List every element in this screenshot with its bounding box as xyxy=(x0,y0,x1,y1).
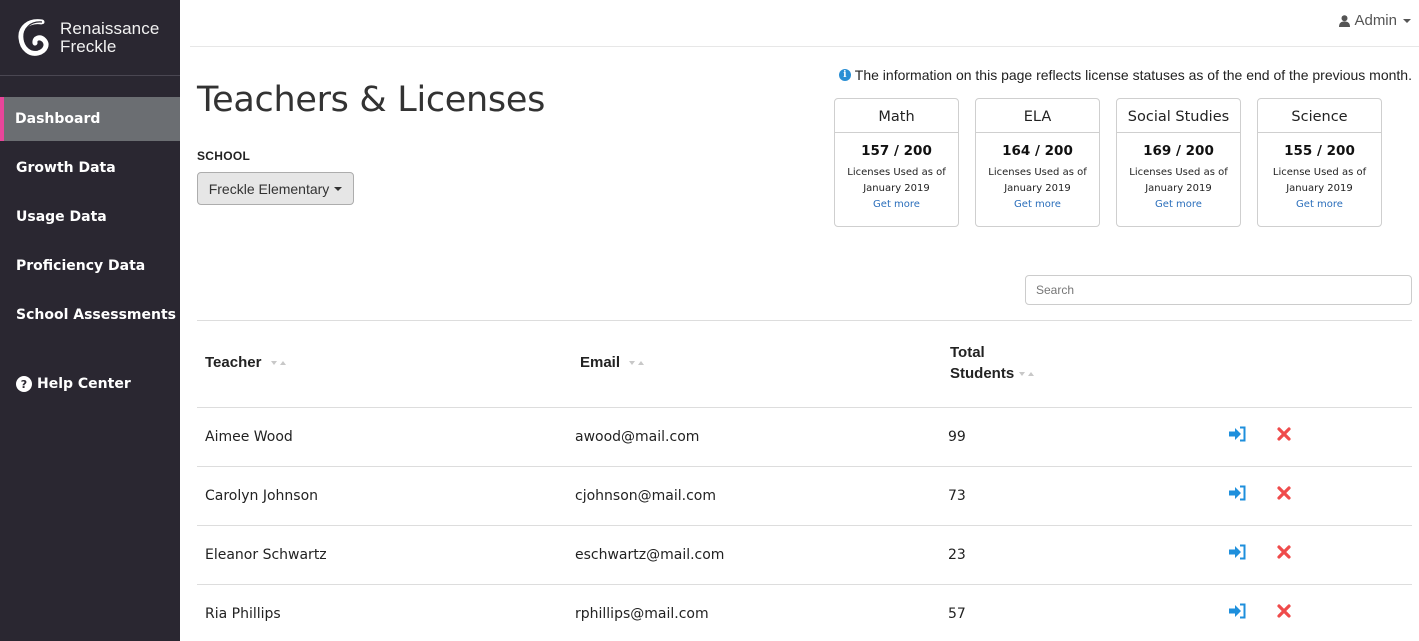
remove-x-icon[interactable] xyxy=(1277,604,1291,618)
sign-in-icon[interactable] xyxy=(1229,426,1247,442)
sidebar: Renaissance Freckle Dashboard Growth Dat… xyxy=(0,0,180,641)
column-label: Teacher xyxy=(205,354,262,371)
sidebar-item-usage-data[interactable]: Usage Data xyxy=(0,195,180,239)
card-caption: License Used as of January 2019 xyxy=(1258,165,1381,197)
table-header: Teacher Email Total Students xyxy=(197,321,1412,408)
teacher-email: eschwartz@mail.com xyxy=(575,547,725,563)
brand-name: Renaissance Freckle xyxy=(60,20,159,56)
topbar-divider xyxy=(190,46,1419,47)
column-header-email[interactable]: Email xyxy=(580,352,645,373)
teacher-name: Aimee Wood xyxy=(205,429,293,445)
card-subject: Math xyxy=(835,99,958,133)
sidebar-item-proficiency-data[interactable]: Proficiency Data xyxy=(0,244,180,288)
table-row: Ria Phillips rphillips@mail.com 57 xyxy=(197,585,1412,641)
teachers-table: Teacher Email Total Students Aimee Wood … xyxy=(197,320,1412,641)
column-label-line-2: Students xyxy=(950,365,1015,382)
card-caption-text: License Used as of xyxy=(1272,167,1367,178)
card-caption: Licenses Used as of January 2019 xyxy=(976,165,1099,197)
chevron-down-icon xyxy=(1403,18,1411,23)
column-label-line-1: Total xyxy=(950,344,985,361)
card-period: January 2019 xyxy=(863,183,930,194)
teacher-name: Ria Phillips xyxy=(205,606,281,622)
total-students: 57 xyxy=(948,606,966,622)
card-period: January 2019 xyxy=(1004,183,1071,194)
sign-in-icon[interactable] xyxy=(1229,544,1247,560)
remove-x-icon[interactable] xyxy=(1277,427,1291,441)
table-row: Aimee Wood awood@mail.com 99 xyxy=(197,408,1412,467)
card-subject: ELA xyxy=(976,99,1099,133)
brand-logo[interactable]: Renaissance Freckle xyxy=(18,16,159,60)
sidebar-nav: Dashboard Growth Data Usage Data Profici… xyxy=(0,97,180,342)
school-selected-value: Freckle Elementary xyxy=(208,180,330,197)
sidebar-item-help-center[interactable]: ? Help Center xyxy=(16,376,131,392)
sidebar-item-growth-data[interactable]: Growth Data xyxy=(0,146,180,190)
column-header-teacher[interactable]: Teacher xyxy=(205,352,287,373)
freckle-logo-icon xyxy=(18,19,49,56)
total-students: 73 xyxy=(948,488,966,504)
license-card-science: Science 155 / 200 License Used as of Jan… xyxy=(1257,98,1382,227)
get-more-link[interactable]: Get more xyxy=(976,199,1099,210)
get-more-link[interactable]: Get more xyxy=(835,199,958,210)
info-note-text: The information on this page reflects li… xyxy=(854,67,1412,83)
total-students: 99 xyxy=(948,429,966,445)
card-count: 164 / 200 xyxy=(1002,143,1073,159)
sidebar-item-dashboard[interactable]: Dashboard xyxy=(0,97,180,141)
card-caption: Licenses Used as of January 2019 xyxy=(835,165,958,197)
remove-x-icon[interactable] xyxy=(1277,486,1291,500)
license-card-ela: ELA 164 / 200 Licenses Used as of Januar… xyxy=(975,98,1100,227)
help-center-label: Help Center xyxy=(37,376,131,392)
sign-in-icon[interactable] xyxy=(1229,603,1247,619)
teacher-email: rphillips@mail.com xyxy=(575,606,709,622)
sidebar-item-school-assessments[interactable]: School Assessments xyxy=(0,293,180,337)
card-caption-text: Licenses Used as of xyxy=(1129,167,1228,178)
table-row: Carolyn Johnson cjohnson@mail.com 73 xyxy=(197,467,1412,526)
license-card-math: Math 157 / 200 Licenses Used as of Janua… xyxy=(834,98,959,227)
column-header-total-students[interactable]: Total Students xyxy=(950,342,1035,384)
user-icon xyxy=(1339,14,1351,27)
get-more-link[interactable]: Get more xyxy=(1258,199,1381,210)
brand-line-1: Renaissance xyxy=(60,19,160,38)
admin-user-menu[interactable]: Admin xyxy=(1339,12,1411,29)
page-title: Teachers & Licenses xyxy=(197,80,546,120)
teacher-email: cjohnson@mail.com xyxy=(575,488,716,504)
license-card-social-studies: Social Studies 169 / 200 Licenses Used a… xyxy=(1116,98,1241,227)
sign-in-icon[interactable] xyxy=(1229,485,1247,501)
brand-line-2: Freckle xyxy=(60,37,117,56)
remove-x-icon[interactable] xyxy=(1277,545,1291,559)
question-circle-icon: ? xyxy=(16,376,32,392)
card-count: 169 / 200 xyxy=(1143,143,1214,159)
card-count: 155 / 200 xyxy=(1284,143,1355,159)
search-input[interactable] xyxy=(1025,275,1412,305)
license-cards: Math 157 / 200 Licenses Used as of Janua… xyxy=(834,98,1398,227)
sidebar-divider xyxy=(0,75,180,76)
total-students: 23 xyxy=(948,547,966,563)
table-row: Eleanor Schwartz eschwartz@mail.com 23 xyxy=(197,526,1412,585)
sort-icon xyxy=(270,361,286,366)
card-caption: Licenses Used as of January 2019 xyxy=(1117,165,1240,197)
card-count: 157 / 200 xyxy=(861,143,932,159)
sort-icon xyxy=(1019,372,1035,377)
card-caption-text: Licenses Used as of xyxy=(847,167,946,178)
license-info-note: i The information on this page reflects … xyxy=(838,67,1412,83)
sort-icon xyxy=(629,361,645,366)
teacher-name: Eleanor Schwartz xyxy=(205,547,327,563)
chevron-down-icon xyxy=(334,186,343,191)
info-icon: i xyxy=(838,69,851,81)
card-period: January 2019 xyxy=(1286,183,1353,194)
teacher-name: Carolyn Johnson xyxy=(205,488,319,504)
card-subject: Social Studies xyxy=(1117,99,1240,133)
school-label: SCHOOL xyxy=(197,149,251,163)
teacher-email: awood@mail.com xyxy=(575,429,700,445)
card-period: January 2019 xyxy=(1145,183,1212,194)
admin-label: Admin xyxy=(1354,12,1397,29)
column-label: Email xyxy=(580,354,621,371)
card-caption-text: Licenses Used as of xyxy=(988,167,1087,178)
card-subject: Science xyxy=(1258,99,1381,133)
school-dropdown[interactable]: Freckle Elementary xyxy=(197,172,354,205)
get-more-link[interactable]: Get more xyxy=(1117,199,1240,210)
